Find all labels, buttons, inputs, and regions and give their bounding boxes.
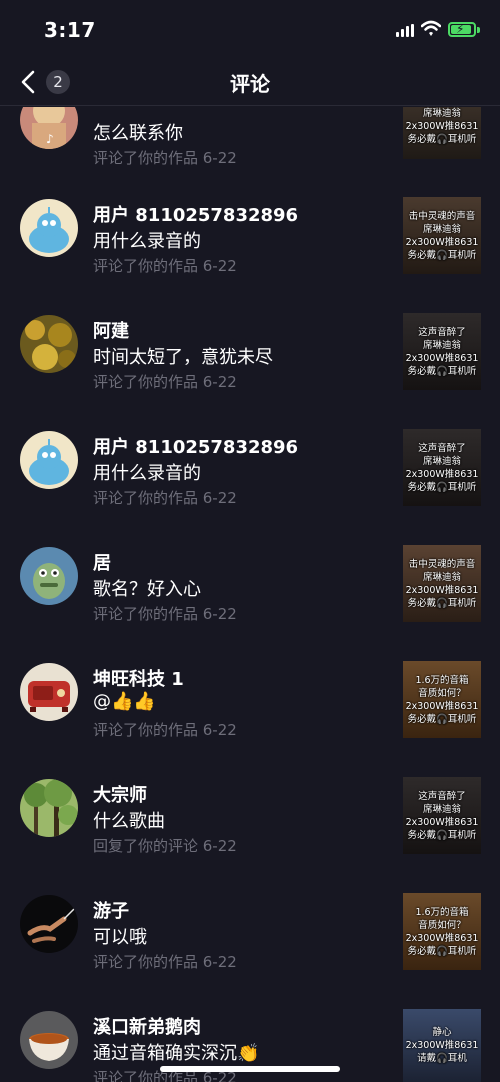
comment-author[interactable]: 用户 8110257832896 [93,433,298,459]
wifi-icon [421,20,441,36]
comment-text: 可以哦 [93,927,147,948]
thumbnail-caption: 音质如何？ [418,920,466,931]
comment-text: 怎么联系你 [93,123,183,144]
comment-author[interactable]: 阿建 [93,317,129,343]
list-item[interactable]: ♪ 怎么联系你 评论了你的作品 6-22 席琳迪翁 2x300W推8631 务必… [0,107,500,185]
thumbnail-caption: 务必戴🎧耳机听 [407,598,477,609]
thumbnail-caption: 席琳迪翁 [422,572,461,583]
battery-icon: ⚡ [448,22,476,37]
forest-avatar[interactable] [20,779,78,837]
video-thumbnail[interactable]: 这声音醉了 席琳迪翁 2x300W推8631 务必戴🎧耳机听 [403,313,481,390]
thumbnail-caption: 音质如何？ [418,688,466,699]
red-radio-avatar[interactable] [20,663,78,721]
blue-robot-avatar[interactable] [20,199,78,257]
home-indicator[interactable] [160,1066,340,1072]
thumbnail-caption: 2x300W推8631 [405,701,479,712]
thumbnail-caption: 2x300W推8631 [405,469,479,480]
thumbnail-caption: 静心 [432,1027,452,1038]
list-item[interactable]: 游子 可以哦 评论了你的作品 6-22 1.6万的音箱 音质如何？ 2x300W… [0,873,500,989]
blue-robot-avatar[interactable] [20,431,78,489]
thumbnail-caption: 2x300W推8631 [405,237,479,248]
thumbnail-caption: 务必戴🎧耳机听 [407,482,477,493]
comment-meta: 评论了你的作品 6-22 [93,605,237,623]
thumbnail-caption: 这声音醉了 [418,443,466,454]
nav-bar: 2 评论 [0,58,500,106]
list-item[interactable]: 居 歌名？好入心 评论了你的作品 6-22 击中灵魂的声音 席琳迪翁 2x300… [0,525,500,641]
video-thumbnail[interactable]: 击中灵魂的声音 席琳迪翁 2x300W推8631 务必戴🎧耳机听 [403,545,481,622]
comment-author[interactable]: 居 [93,549,111,575]
comment-text: 时间太短了，意犹未尽 [93,347,273,368]
comment-text: 歌名？好入心 [93,579,201,600]
comment-meta: 评论了你的作品 6-22 [93,149,237,167]
list-item[interactable]: 用户 8110257832896 用什么录音的 评论了你的作品 6-22 击中灵… [0,177,500,293]
comment-list[interactable]: ♪ 怎么联系你 评论了你的作品 6-22 席琳迪翁 2x300W推8631 务必… [0,107,500,1082]
thumbnail-caption: 1.6万的音箱 [415,907,469,918]
comment-text: 用什么录音的 [93,463,201,484]
thumbnail-caption: 务必戴🎧耳机听 [407,366,477,377]
video-thumbnail[interactable]: 击中灵魂的声音 席琳迪翁 2x300W推8631 务必戴🎧耳机听 [403,197,481,274]
thumbnail-caption: 这声音醉了 [418,791,466,802]
page-title: 评论 [230,72,270,96]
thumbnail-caption: 务必戴🎧耳机听 [407,134,477,145]
svg-text:♪: ♪ [46,132,54,146]
list-item[interactable]: 大宗师 什么歌曲 回复了你的评论 6-22 这声音醉了 席琳迪翁 2x300W推… [0,757,500,873]
comment-text: 通过音箱确实深沉👏 [93,1043,260,1064]
thumbnail-caption: 2x300W推8631 [405,353,479,364]
thumbnail-caption: 2x300W推8631 [405,1040,479,1051]
comment-meta: 评论了你的作品 6-22 [93,721,237,739]
green-cartoon-avatar[interactable] [20,547,78,605]
list-item[interactable]: 坤旺科技 1 @👍👍 评论了你的作品 6-22 1.6万的音箱 音质如何？ 2x… [0,641,500,757]
comment-meta: 评论了你的作品 6-22 [93,953,237,971]
tiktok-pet-avatar[interactable]: ♪ [20,107,78,149]
comment-text: 什么歌曲 [93,811,165,832]
thumbnail-caption: 务必戴🎧耳机听 [407,250,477,261]
status-time: 3:17 [44,18,96,42]
thumbnail-caption: 2x300W推8631 [405,933,479,944]
comment-author[interactable]: 用户 8110257832896 [93,201,298,227]
comment-text: 用什么录音的 [93,231,201,252]
video-thumbnail[interactable]: 1.6万的音箱 音质如何？ 2x300W推8631 务必戴🎧耳机听 [403,893,481,970]
thumbnail-caption: 席琳迪翁 [422,108,461,119]
conductor-hands-avatar[interactable] [20,895,78,953]
list-item[interactable]: 阿建 时间太短了，意犹未尽 评论了你的作品 6-22 这声音醉了 席琳迪翁 2x… [0,293,500,409]
tea-cup-avatar[interactable] [20,1011,78,1069]
thumbnail-caption: 1.6万的音箱 [415,675,469,686]
thumbnail-caption: 2x300W推8631 [405,585,479,596]
thumbnail-caption: 务必戴🎧耳机听 [407,830,477,841]
list-item[interactable]: 用户 8110257832896 用什么录音的 评论了你的作品 6-22 这声音… [0,409,500,525]
thumbnail-caption: 2x300W推8631 [405,817,479,828]
thumbnail-caption: 击中灵魂的声音 [408,559,476,570]
status-bar: 3:17 ⚡ [0,0,500,58]
autumn-leaves-avatar[interactable] [20,315,78,373]
thumbnail-caption: 务必戴🎧耳机听 [407,946,477,957]
video-thumbnail[interactable]: 这声音醉了 席琳迪翁 2x300W推8631 务必戴🎧耳机听 [403,777,481,854]
thumbnail-caption: 2x300W推8631 [405,121,479,132]
video-thumbnail[interactable]: 席琳迪翁 2x300W推8631 务必戴🎧耳机听 [403,107,481,159]
thumbnail-caption: 击中灵魂的声音 [408,211,476,222]
comment-meta: 评论了你的作品 6-22 [93,257,237,275]
thumbnail-caption: 席琳迪翁 [422,340,461,351]
thumbnail-caption: 席琳迪翁 [422,804,461,815]
video-thumbnail[interactable]: 静心 2x300W推8631 请戴🎧耳机 [403,1009,481,1082]
thumbnail-caption: 这声音醉了 [418,327,466,338]
comment-meta: 评论了你的作品 6-22 [93,373,237,391]
comment-author[interactable]: 溪口新弟鹅肉 [93,1013,201,1039]
thumbnail-caption: 席琳迪翁 [422,224,461,235]
comment-author[interactable]: 坤旺科技 1 [93,665,184,691]
comment-meta: 评论了你的作品 6-22 [93,489,237,507]
comment-text: @👍👍 [93,691,156,712]
thumbnail-caption: 务必戴🎧耳机听 [407,714,477,725]
comment-author[interactable]: 游子 [93,897,129,923]
thumbnail-caption: 席琳迪翁 [422,456,461,467]
thumbnail-caption: 请戴🎧耳机 [417,1053,467,1064]
comment-author[interactable]: 大宗师 [93,781,147,807]
comment-meta: 回复了你的评论 6-22 [93,837,237,855]
video-thumbnail[interactable]: 1.6万的音箱 音质如何？ 2x300W推8631 务必戴🎧耳机听 [403,661,481,738]
cellular-signal-icon [396,24,414,37]
video-thumbnail[interactable]: 这声音醉了 席琳迪翁 2x300W推8631 务必戴🎧耳机听 [403,429,481,506]
